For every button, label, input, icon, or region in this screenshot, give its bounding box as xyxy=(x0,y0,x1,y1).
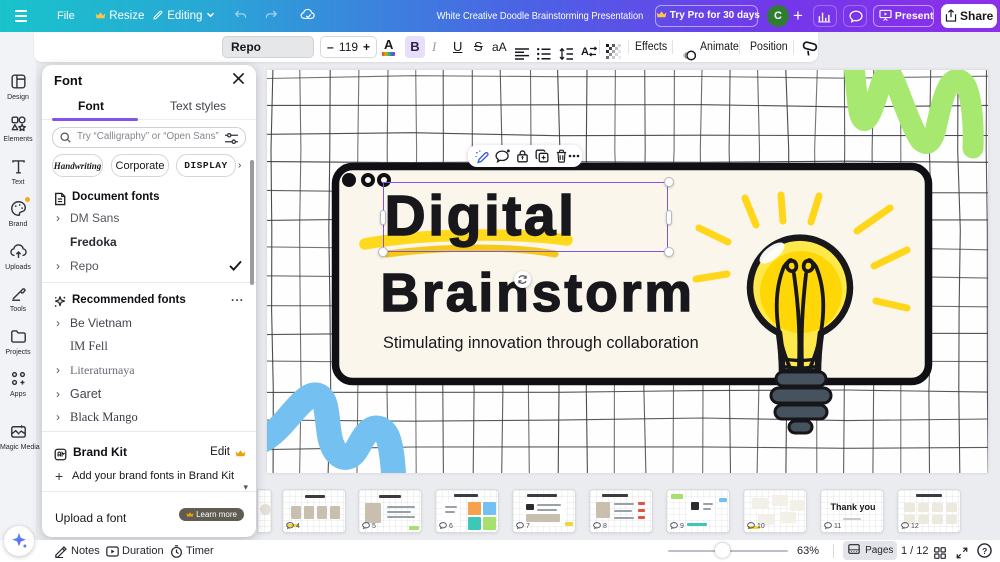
svg-text:A: A xyxy=(581,46,589,58)
svg-text:?: ? xyxy=(982,546,987,556)
